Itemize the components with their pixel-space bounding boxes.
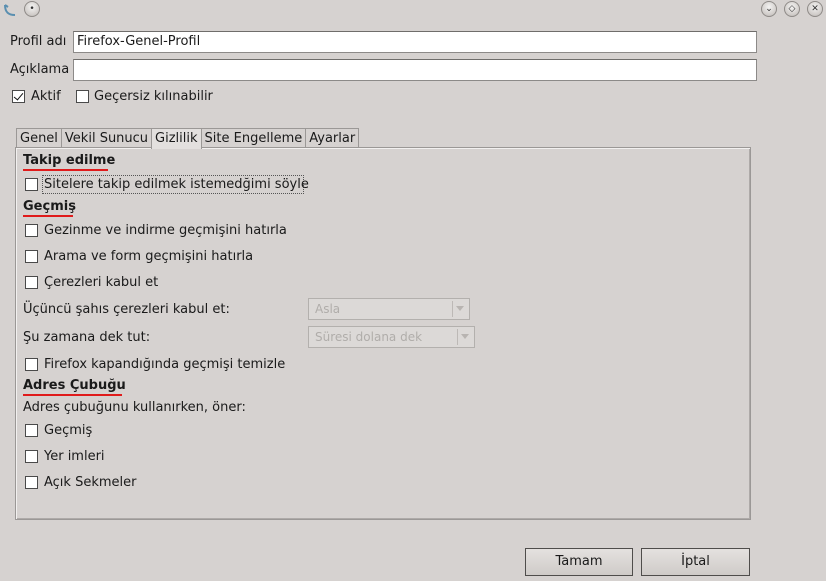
- profile-name-label: Profil adı: [10, 34, 67, 49]
- remember-search-label: Arama ve form geçmişini hatırla: [44, 249, 254, 264]
- clear-on-close-checkbox[interactable]: [25, 358, 38, 371]
- third-party-cookies-select[interactable]: Asla: [308, 298, 470, 320]
- history-title-underline: [23, 215, 73, 217]
- keep-until-select[interactable]: Süresi dolana dek: [308, 326, 475, 348]
- remember-search-checkbox[interactable]: [25, 250, 38, 263]
- description-input[interactable]: [73, 59, 757, 81]
- chevron-down-icon: [457, 329, 472, 345]
- third-party-cookies-label: Üçüncü şahıs çerezleri kabul et:: [23, 302, 230, 317]
- tab-general[interactable]: Genel: [16, 128, 62, 148]
- tab-proxy[interactable]: Vekil Sunucu: [60, 128, 153, 148]
- cancel-button[interactable]: İptal: [641, 548, 750, 576]
- chevron-down-icon: [452, 301, 467, 317]
- suggest-open-tabs-label: Açık Sekmeler: [44, 475, 137, 490]
- maximize-icon[interactable]: ◇: [784, 1, 800, 17]
- suggest-open-tabs-checkbox[interactable]: [25, 476, 38, 489]
- history-section-title: Geçmiş: [23, 199, 76, 214]
- suggest-bookmarks-checkbox[interactable]: [25, 450, 38, 463]
- suggest-label: Adres çubuğunu kullanırken, öner:: [23, 400, 246, 415]
- profile-name-input[interactable]: Firefox-Genel-Profil: [73, 31, 757, 53]
- do-not-track-checkbox[interactable]: [25, 178, 38, 191]
- tab-privacy[interactable]: Gizlilik: [151, 128, 202, 149]
- suggest-history-checkbox[interactable]: [25, 424, 38, 437]
- kde-logo-icon[interactable]: [2, 2, 18, 18]
- remember-browsing-label: Gezinme ve indirme geçmişini hatırla: [44, 223, 287, 238]
- accept-cookies-label: Çerezleri kabul et: [44, 275, 159, 290]
- do-not-track-label: Sitelere takip edilmek istemedğimi söyle: [44, 177, 309, 192]
- minimize-icon[interactable]: ⌄: [761, 1, 777, 17]
- clear-on-close-label: Firefox kapandığında geçmişi temizle: [44, 357, 286, 372]
- tab-bar: Genel Vekil Sunucu Gizlilik Site Engelle…: [16, 128, 360, 149]
- window-menu-icon[interactable]: •: [24, 1, 40, 17]
- tab-site-blocking[interactable]: Site Engelleme: [200, 128, 307, 148]
- description-label: Açıklama: [10, 62, 70, 77]
- close-icon[interactable]: ✕: [807, 1, 823, 17]
- third-party-cookies-value: Asla: [315, 302, 341, 316]
- active-checkbox[interactable]: [12, 90, 25, 103]
- ok-button[interactable]: Tamam: [525, 548, 633, 576]
- address-bar-section-title: Adres Çubuğu: [23, 378, 126, 393]
- overridable-checkbox[interactable]: [76, 90, 89, 103]
- active-label: Aktif: [31, 89, 61, 104]
- suggest-history-label: Geçmiş: [44, 423, 93, 438]
- suggest-bookmarks-label: Yer imleri: [44, 449, 105, 464]
- tab-settings[interactable]: Ayarlar: [305, 128, 360, 148]
- remember-browsing-checkbox[interactable]: [25, 224, 38, 237]
- overridable-label: Geçersiz kılınabilir: [94, 89, 213, 104]
- tracking-title-underline: [23, 169, 108, 171]
- keep-until-label: Şu zamana dek tut:: [23, 330, 151, 345]
- accept-cookies-checkbox[interactable]: [25, 276, 38, 289]
- address-bar-title-underline: [23, 394, 122, 396]
- keep-until-value: Süresi dolana dek: [315, 330, 423, 344]
- tracking-section-title: Takip edilme: [23, 153, 116, 168]
